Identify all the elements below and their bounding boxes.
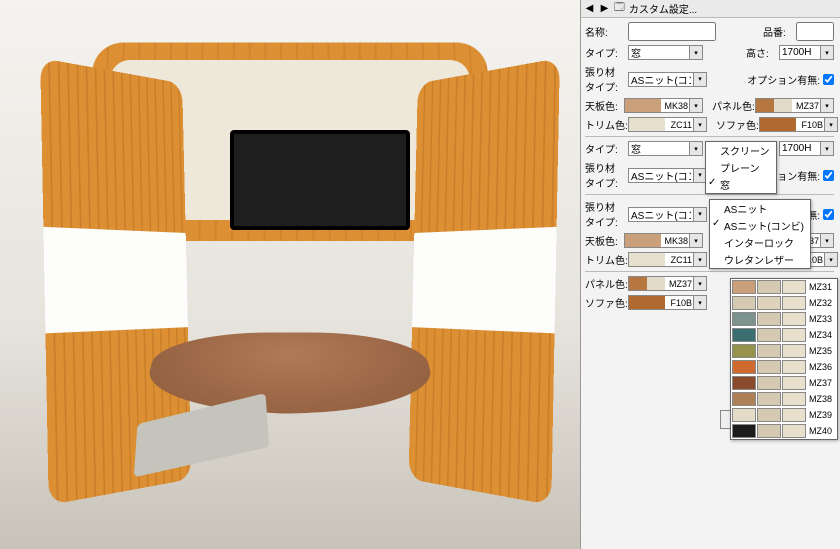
chevron-down-icon[interactable]: ▾ xyxy=(693,277,706,290)
sofa-swatch-4[interactable]: F10B▾ xyxy=(628,295,707,310)
sofa-swatch-1[interactable]: F10B▾ xyxy=(759,117,838,132)
name-input[interactable] xyxy=(628,22,716,41)
sofa-label-1: ソファ色: xyxy=(716,117,756,132)
chevron-down-icon[interactable]: ▾ xyxy=(689,46,702,59)
properties-panel: ◀ ▶ 🗔 カスタム設定... 名称: 品番: タイプ: ▾ 高さ: ▾ 張り xyxy=(580,0,840,549)
tabletop-swatch-1[interactable]: MK38▾ xyxy=(624,98,703,113)
type-dropdown-list[interactable]: スクリーン プレーン 窓 xyxy=(705,141,777,194)
sofa-label-4: ソファ色: xyxy=(585,295,625,310)
material-option[interactable]: インターロック xyxy=(710,234,810,251)
palette-row[interactable]: MZ39 xyxy=(731,407,837,423)
panel-titlebar: ◀ ▶ 🗔 カスタム設定... xyxy=(581,0,840,18)
chevron-down-icon[interactable]: ▾ xyxy=(693,253,706,266)
nav-fwd-icon[interactable]: ▶ xyxy=(599,3,610,14)
material-dropdown-list[interactable]: ASニット ASニット(コンビ) インターロック ウレタンレザー xyxy=(709,199,811,269)
panel-swatch-1[interactable]: MZ37▾ xyxy=(755,98,834,113)
viewport-3d[interactable] xyxy=(0,0,580,549)
trim-swatch-3[interactable]: ZC11▾ xyxy=(628,252,707,267)
tabletop-swatch-3[interactable]: MK38▾ xyxy=(624,233,703,248)
trim-label-3: トリム色: xyxy=(585,252,625,267)
chevron-down-icon[interactable]: ▾ xyxy=(820,46,833,59)
palette-row[interactable]: MZ40 xyxy=(731,423,837,439)
type-combo-1[interactable]: ▾ xyxy=(628,45,703,60)
chevron-down-icon[interactable]: ▾ xyxy=(689,142,702,155)
trim-label-1: トリム色: xyxy=(585,117,625,132)
material-combo-2[interactable]: ▾ xyxy=(628,168,707,183)
trim-swatch-1[interactable]: ZC11▾ xyxy=(628,117,707,132)
palette-row[interactable]: MZ38 xyxy=(731,391,837,407)
chevron-down-icon[interactable]: ▾ xyxy=(820,142,833,155)
palette-row[interactable]: MZ37 xyxy=(731,375,837,391)
option-checkbox-3[interactable] xyxy=(823,209,834,220)
material-combo-1[interactable]: ▾ xyxy=(628,72,707,87)
palette-row[interactable]: MZ34 xyxy=(731,327,837,343)
nav-back-icon[interactable]: ◀ xyxy=(584,3,595,14)
panel-color-label-1: パネル色: xyxy=(712,98,752,113)
material-label-3: 張り材 タイプ: xyxy=(585,199,625,229)
type-option[interactable]: スクリーン xyxy=(706,142,776,159)
chevron-down-icon[interactable]: ▾ xyxy=(693,118,706,131)
height-combo-1[interactable]: ▾ xyxy=(779,45,834,60)
chevron-down-icon[interactable]: ▾ xyxy=(820,234,833,247)
tabletop-label-1: 天板色: xyxy=(585,98,621,113)
palette-row[interactable]: MZ36 xyxy=(731,359,837,375)
material-label-2: 張り材 タイプ: xyxy=(585,160,625,190)
option-checkbox-2[interactable] xyxy=(823,170,834,181)
material-label-1: 張り材 タイプ: xyxy=(585,64,625,94)
material-combo-3[interactable]: ▾ xyxy=(628,207,707,222)
panel-swatch-4[interactable]: MZ37▾ xyxy=(628,276,707,291)
material-option[interactable]: ASニット(コンビ) xyxy=(710,217,810,234)
chevron-down-icon[interactable]: ▾ xyxy=(824,253,837,266)
panel-title: カスタム設定... xyxy=(629,1,837,16)
material-option[interactable]: ウレタンレザー xyxy=(710,251,810,268)
height-combo-2[interactable]: ▾ xyxy=(779,141,834,156)
type-label-1: タイプ: xyxy=(585,45,625,60)
name-label: 名称: xyxy=(585,24,625,39)
option-checkbox-1[interactable] xyxy=(823,74,834,85)
panel-color-label-4: パネル色: xyxy=(585,276,625,291)
palette-row[interactable]: MZ33 xyxy=(731,311,837,327)
palette-row[interactable]: MZ32 xyxy=(731,295,837,311)
chevron-down-icon[interactable]: ▾ xyxy=(693,208,706,221)
type-combo-2[interactable]: ▾ xyxy=(628,141,703,156)
type-option[interactable]: 窓 xyxy=(706,176,776,193)
material-option[interactable]: ASニット xyxy=(710,200,810,217)
chevron-down-icon[interactable]: ▾ xyxy=(693,73,706,86)
chevron-down-icon[interactable]: ▾ xyxy=(824,118,837,131)
booth-render xyxy=(30,30,550,520)
part-label: 品番: xyxy=(763,24,793,39)
chevron-down-icon[interactable]: ▾ xyxy=(689,99,702,112)
tabletop-label-3: 天板色: xyxy=(585,233,621,248)
chevron-down-icon[interactable]: ▾ xyxy=(693,296,706,309)
option-label-1: オプション有無: xyxy=(747,72,820,87)
type-label-2: タイプ: xyxy=(585,141,625,156)
chevron-down-icon[interactable]: ▾ xyxy=(689,234,702,247)
type-option[interactable]: プレーン xyxy=(706,159,776,176)
part-input[interactable] xyxy=(796,22,834,41)
palette-row[interactable]: MZ35 xyxy=(731,343,837,359)
height-label-1: 高さ: xyxy=(746,45,776,60)
breadcrumb-icon: 🗔 xyxy=(614,0,625,17)
color-palette-popup[interactable]: MZ31 MZ32 MZ33 MZ34 MZ35 MZ36 MZ37 MZ38 … xyxy=(730,278,838,440)
palette-row[interactable]: MZ31 xyxy=(731,279,837,295)
chevron-down-icon[interactable]: ▾ xyxy=(820,99,833,112)
